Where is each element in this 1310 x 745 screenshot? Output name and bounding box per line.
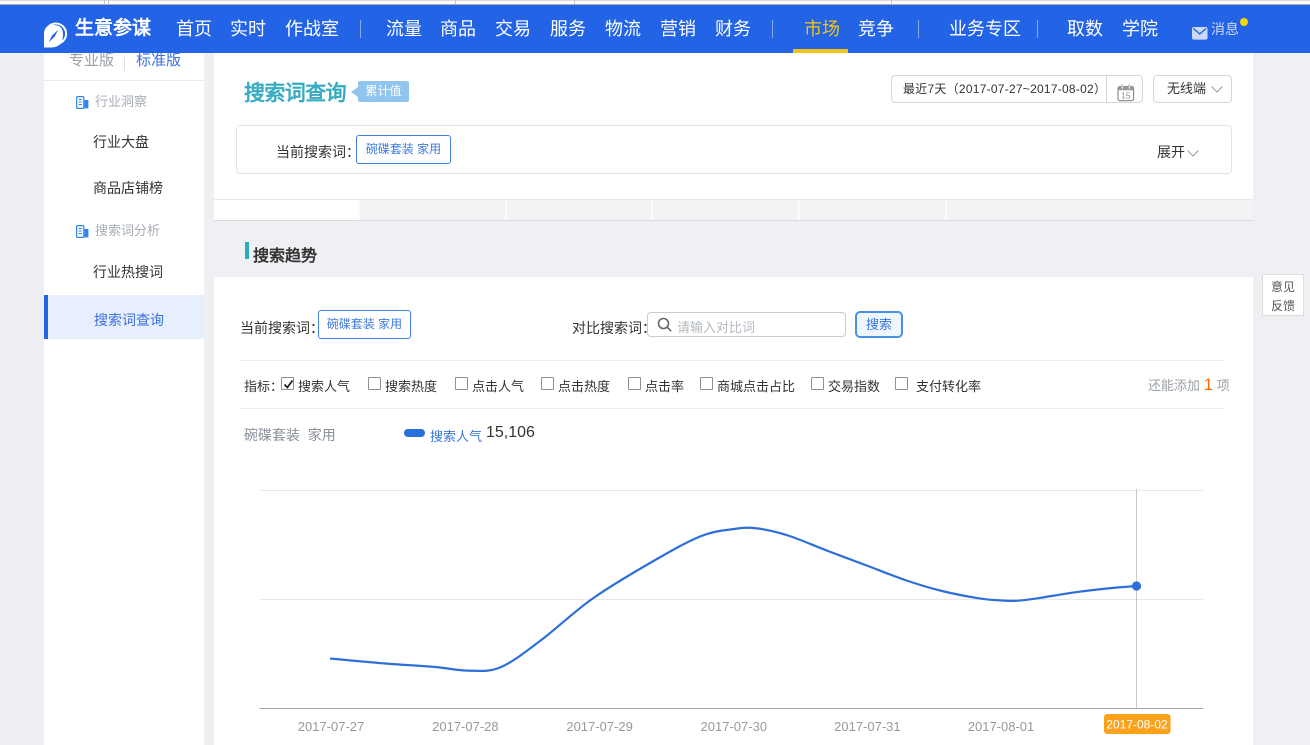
svg-text:2017-07-30: 2017-07-30 (701, 719, 768, 734)
svg-text:2017-08-01: 2017-08-01 (968, 719, 1035, 734)
svg-text:2017-08-02: 2017-08-02 (1106, 718, 1168, 732)
svg-text:2017-07-29: 2017-07-29 (566, 719, 633, 734)
svg-text:2017-07-31: 2017-07-31 (834, 719, 901, 734)
svg-text:2017-07-27: 2017-07-27 (298, 719, 365, 734)
svg-text:2017-07-28: 2017-07-28 (432, 719, 499, 734)
svg-text:15: 15 (1121, 91, 1131, 101)
